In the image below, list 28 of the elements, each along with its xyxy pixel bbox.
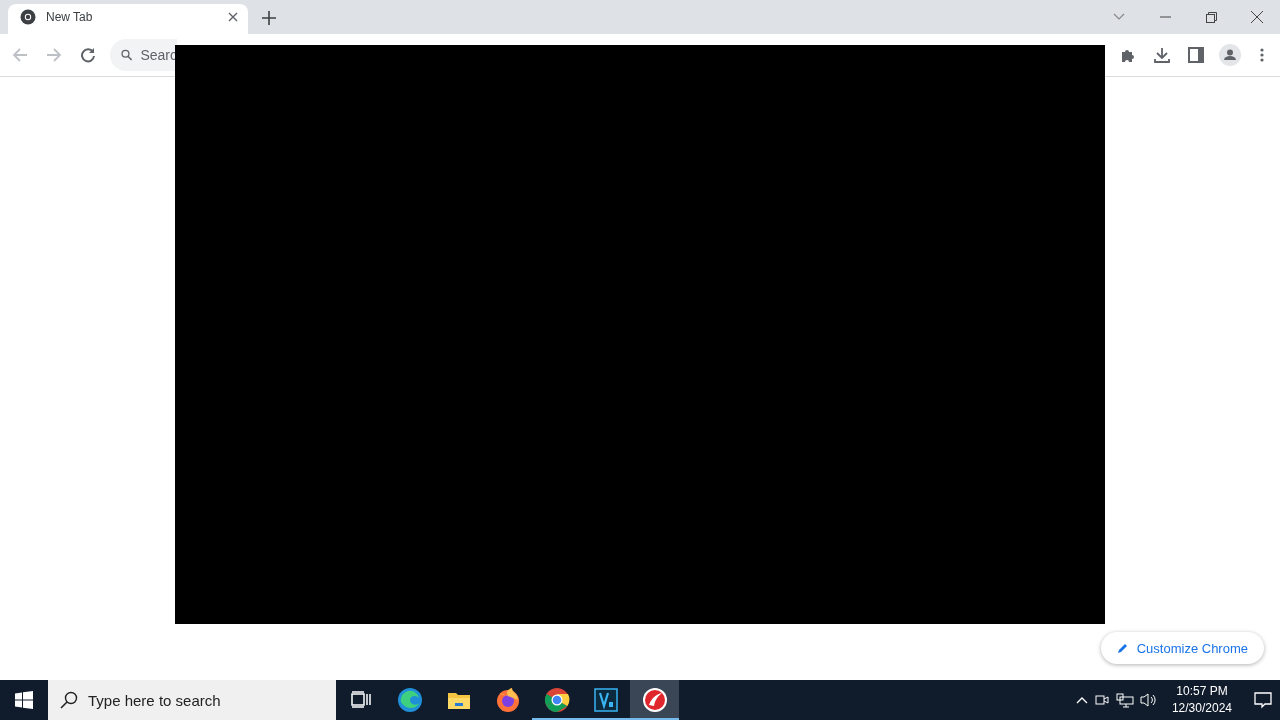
volume-icon[interactable] <box>1139 692 1158 708</box>
browser-tab[interactable]: New Tab <box>8 4 248 34</box>
chevron-up-icon[interactable] <box>1075 696 1088 704</box>
camera-icon[interactable] <box>1093 692 1110 708</box>
network-icon[interactable] <box>1115 692 1134 708</box>
new-tab-icon[interactable] <box>262 11 276 25</box>
task-view-icon <box>350 691 371 709</box>
firefox-icon <box>494 687 521 713</box>
clock-date: 12/30/2024 <box>1171 700 1232 717</box>
search-icon <box>121 48 133 62</box>
swirl-app-icon <box>641 687 668 713</box>
pencil-icon <box>1116 642 1129 654</box>
taskbar-app-button[interactable] <box>630 680 679 720</box>
search-icon <box>60 691 78 709</box>
folder-icon <box>446 690 471 710</box>
chrome-icon <box>543 687 570 713</box>
profile-icon[interactable] <box>1218 44 1242 66</box>
taskbar-search-field[interactable]: Type here to search <box>48 680 336 720</box>
windows-logo-icon <box>15 691 33 709</box>
app-tile-icon <box>593 688 618 712</box>
close-tab-icon[interactable] <box>228 12 238 22</box>
notification-icon[interactable] <box>1254 691 1272 709</box>
edge-icon <box>396 687 423 713</box>
clock-time: 10:57 PM <box>1176 683 1228 700</box>
chrome-logo-icon <box>20 9 36 25</box>
customize-chrome-button[interactable]: Customize Chrome <box>1100 632 1264 664</box>
address-bar[interactable]: Searc <box>110 39 177 71</box>
tab-title: New Tab <box>46 10 94 24</box>
